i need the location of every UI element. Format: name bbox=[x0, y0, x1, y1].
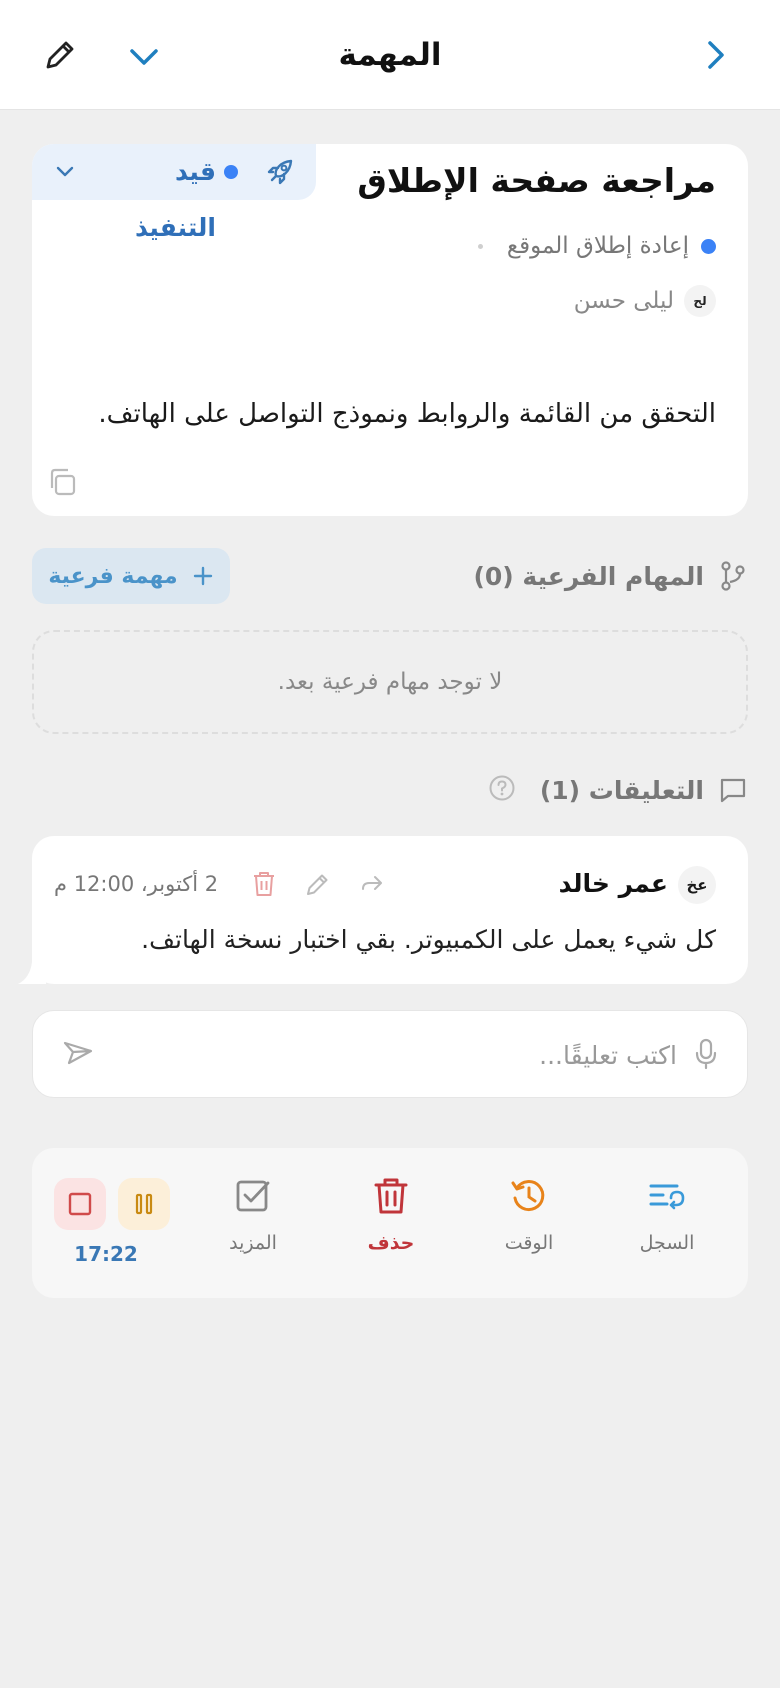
more-button[interactable]: المزيد bbox=[198, 1172, 308, 1272]
copy-icon bbox=[50, 468, 76, 496]
status-dot bbox=[224, 165, 238, 179]
reply-comment-button[interactable] bbox=[354, 866, 390, 902]
task-description: التحقق من القائمة والروابط ونموذج التواص… bbox=[98, 399, 716, 429]
back-button[interactable] bbox=[692, 31, 740, 79]
more-label: المزيد bbox=[229, 1232, 277, 1254]
rocket-icon bbox=[267, 159, 293, 185]
task-dropdown-button[interactable] bbox=[120, 33, 168, 81]
subtasks-label: المهام الفرعية (0) bbox=[473, 561, 704, 591]
status-label: قيد التنفيذ bbox=[134, 157, 216, 242]
chevron-down-icon bbox=[130, 49, 158, 65]
pause-icon bbox=[135, 1193, 153, 1215]
assignee-row[interactable]: لح ليلى حسن bbox=[574, 284, 716, 318]
timer-value: 17:22 bbox=[74, 1242, 138, 1266]
comments-header: التعليقات (1) bbox=[488, 764, 748, 816]
send-comment-button[interactable] bbox=[61, 1035, 95, 1073]
chevron-right-icon bbox=[708, 41, 724, 69]
comment-composer bbox=[32, 1010, 748, 1098]
time-button[interactable]: الوقت bbox=[474, 1172, 584, 1272]
project-color-dot bbox=[701, 238, 716, 254]
delete-button[interactable]: حذف bbox=[336, 1172, 446, 1272]
send-icon bbox=[63, 1041, 93, 1065]
trash-icon bbox=[254, 872, 275, 896]
status-dropdown[interactable]: قيد التنفيذ bbox=[32, 144, 316, 242]
comments-label: التعليقات (1) bbox=[539, 775, 704, 805]
pencil-icon bbox=[307, 874, 328, 895]
clock-history-icon bbox=[511, 1180, 545, 1212]
comment-author: عمر خالد bbox=[558, 869, 668, 898]
edit-comment-button[interactable] bbox=[300, 866, 336, 902]
project-row[interactable]: إعادة إطلاق الموقع bbox=[477, 230, 716, 262]
assignee-avatar: لح bbox=[684, 285, 716, 317]
comment-actions: 2 أكتوبر، 12:00 م bbox=[54, 866, 408, 902]
project-name: إعادة إطلاق الموقع bbox=[506, 233, 689, 259]
subtasks-empty-state: لا توجد مهام فرعية بعد. bbox=[32, 630, 748, 734]
pause-timer-button[interactable] bbox=[118, 1178, 170, 1230]
reply-icon bbox=[362, 876, 383, 890]
assignee-name: ليلى حسن bbox=[573, 288, 674, 314]
copy-button[interactable] bbox=[46, 466, 78, 502]
comment-avatar: عخ bbox=[678, 866, 716, 904]
voice-input-button[interactable] bbox=[693, 1037, 719, 1075]
chat-icon bbox=[720, 778, 746, 803]
checkbox-icon bbox=[236, 1180, 270, 1212]
history-list-icon bbox=[649, 1184, 685, 1210]
task-actions-bar: السجل الوقت حذف المزيد 17:22 bbox=[32, 1148, 748, 1298]
log-button[interactable]: السجل bbox=[612, 1172, 722, 1272]
edit-button[interactable] bbox=[36, 31, 84, 79]
delete-label: حذف bbox=[367, 1232, 415, 1254]
stop-icon bbox=[68, 1192, 92, 1216]
stop-timer-button[interactable] bbox=[54, 1178, 106, 1230]
comment-text: كل شيء يعمل على الكمبيوتر. بقي اختبار نس… bbox=[141, 925, 716, 954]
trash-icon bbox=[374, 1178, 408, 1214]
separator-dot bbox=[477, 243, 483, 249]
comment-input[interactable] bbox=[157, 1029, 677, 1081]
task-title: مراجعة صفحة الإطلاق bbox=[357, 161, 716, 200]
plus-icon bbox=[193, 566, 212, 586]
delete-comment-button[interactable] bbox=[246, 866, 282, 902]
log-label: السجل bbox=[639, 1232, 695, 1254]
branch-icon bbox=[721, 561, 745, 591]
chevron-down-icon bbox=[56, 166, 74, 177]
comment-item: عخ عمر خالد 2 أكتوبر، 12:00 م كل شيء يعم… bbox=[32, 836, 748, 984]
add-subtask-button[interactable]: مهمة فرعية bbox=[32, 548, 230, 604]
page-title: المهمة bbox=[338, 37, 442, 73]
task-card: قيد التنفيذ مراجعة صفحة الإطلاق إعادة إط… bbox=[32, 144, 748, 516]
help-button[interactable] bbox=[488, 774, 516, 806]
empty-message: لا توجد مهام فرعية بعد. bbox=[277, 669, 503, 695]
pencil-icon bbox=[46, 41, 74, 69]
add-subtask-label: مهمة فرعية bbox=[48, 563, 178, 589]
subtasks-header: المهام الفرعية (0) bbox=[473, 548, 748, 604]
top-bar: المهمة bbox=[0, 0, 780, 110]
comment-time: 2 أكتوبر، 12:00 م bbox=[54, 872, 219, 896]
time-label: الوقت bbox=[504, 1232, 554, 1254]
help-icon bbox=[489, 775, 515, 801]
bubble-tail bbox=[18, 962, 46, 984]
mic-icon bbox=[695, 1038, 717, 1070]
